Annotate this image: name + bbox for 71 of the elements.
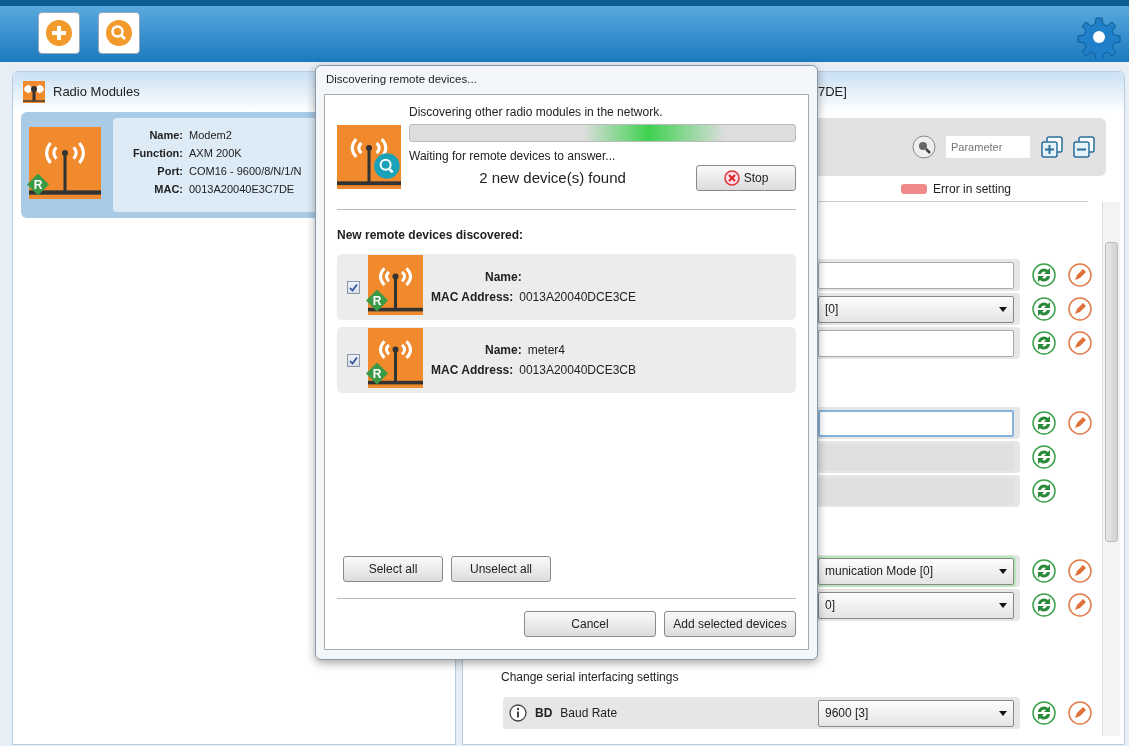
field-value: COM16 - 9600/8/N/1/N	[189, 164, 302, 179]
collapse-all-icon[interactable]	[1072, 135, 1096, 159]
found-count: 2 new device(s) found	[478, 167, 627, 188]
field-value: 0013A20040E3C7DE	[189, 182, 295, 197]
select-button[interactable]: Unselect all	[451, 556, 551, 582]
dialog-title: Discovering remote devices...	[325, 72, 478, 88]
field-label: Port:	[156, 164, 183, 179]
field-label: MAC Address:	[431, 362, 514, 379]
sync-icon[interactable]	[1032, 411, 1056, 435]
sync-icon[interactable]	[1032, 701, 1056, 725]
search-icon	[105, 19, 133, 47]
pencil-icon[interactable]	[1068, 411, 1092, 435]
dropdown-field[interactable]: munication Mode [0]	[818, 557, 1014, 585]
add-button[interactable]	[38, 12, 80, 54]
pencil-icon[interactable]	[1068, 263, 1092, 287]
pencil-icon[interactable]	[1068, 331, 1092, 355]
panel-title: 7DE]	[818, 83, 847, 102]
input-field[interactable]	[818, 329, 1014, 357]
radio-tower-icon	[29, 126, 101, 199]
search-button[interactable]	[98, 12, 140, 54]
field-label: Name:	[485, 269, 522, 286]
field-value: Modem2	[189, 128, 232, 143]
list-title: New remote devices discovered:	[337, 227, 525, 244]
expand-all-icon[interactable]	[1040, 135, 1064, 159]
sync-icon[interactable]	[1032, 263, 1056, 287]
field-label: Function:	[131, 146, 183, 161]
stop-button[interactable]: Stop	[696, 165, 796, 191]
checkbox[interactable]	[347, 353, 360, 367]
field-label: Name:	[148, 128, 183, 143]
setting-code: BD	[535, 705, 553, 722]
settings-icon[interactable]	[1077, 15, 1121, 59]
field-label: MAC Address:	[431, 289, 514, 306]
section-description: Change serial interfacing settings	[500, 669, 680, 686]
checkbox[interactable]	[347, 280, 360, 294]
pencil-icon[interactable]	[1068, 701, 1092, 725]
radio-tower-icon	[368, 254, 423, 315]
sync-icon[interactable]	[1032, 479, 1056, 503]
info-icon[interactable]	[509, 704, 527, 722]
plus-icon	[45, 19, 73, 47]
dropdown-field[interactable]: 9600 [3]	[818, 699, 1014, 727]
cancel-button[interactable]: Cancel	[524, 611, 656, 637]
radio-tower-icon	[368, 327, 423, 388]
legend-label: Error in setting	[933, 180, 1012, 198]
search-icon[interactable]	[912, 135, 936, 159]
add-devices-button[interactable]: Add selected devices	[664, 611, 796, 637]
select-button[interactable]: Select all	[343, 556, 443, 582]
sync-icon[interactable]	[1032, 445, 1056, 469]
error-swatch	[901, 183, 927, 194]
sync-icon[interactable]	[1032, 297, 1056, 321]
pencil-icon[interactable]	[1068, 593, 1092, 617]
radio-tower-icon	[23, 81, 45, 103]
field-value: AXM 200K	[189, 146, 242, 161]
field-label: MAC:	[153, 182, 183, 197]
scrollbar[interactable]	[1102, 202, 1120, 736]
sync-icon[interactable]	[1032, 331, 1056, 355]
setting-label: Baud Rate	[560, 705, 619, 722]
pencil-icon[interactable]	[1068, 559, 1092, 583]
search-field[interactable]: Parameter	[946, 136, 1030, 158]
input-field[interactable]	[818, 261, 1014, 289]
sync-icon[interactable]	[1032, 559, 1056, 583]
pencil-icon[interactable]	[1068, 297, 1092, 321]
field-label: Name:	[485, 342, 522, 359]
sync-icon[interactable]	[1032, 593, 1056, 617]
dropdown-field[interactable]: 0]	[818, 591, 1014, 619]
field-value: 0013A20040DCE3CE	[519, 289, 636, 306]
dropdown-field[interactable]: [0]	[818, 295, 1014, 323]
close-circle-icon	[723, 170, 740, 186]
panel-title: Radio Modules	[53, 83, 140, 102]
field-value: 0013A20040DCE3CB	[519, 362, 636, 379]
field-value: meter4	[527, 342, 566, 359]
input-field[interactable]	[818, 409, 1014, 437]
